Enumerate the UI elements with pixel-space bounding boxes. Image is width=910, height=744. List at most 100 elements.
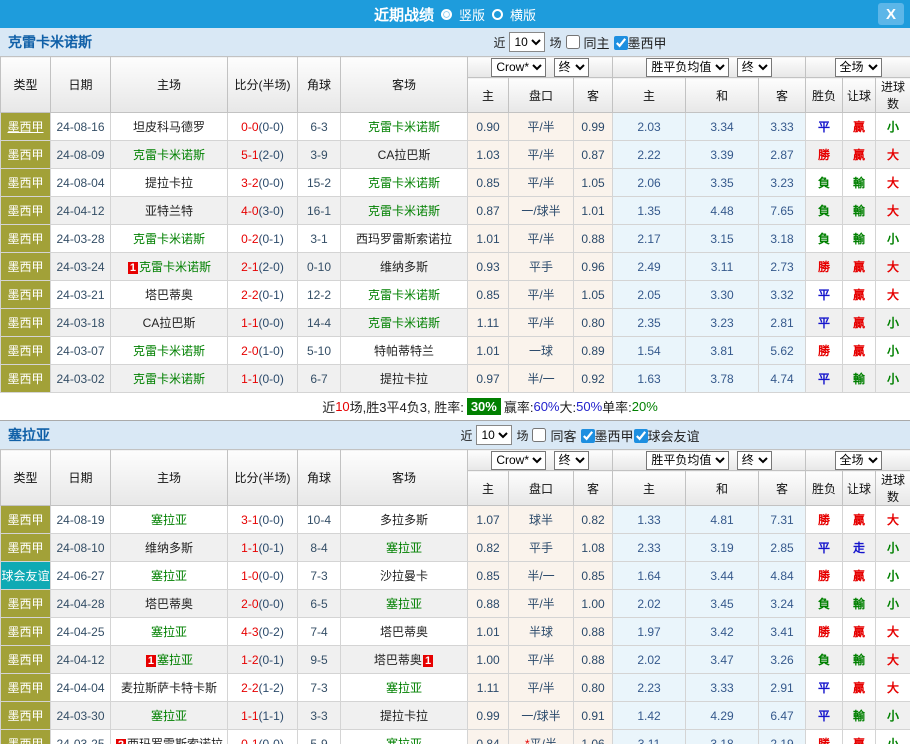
result-handicap: 贏 — [843, 562, 876, 590]
match-row: 墨西甲24-04-25塞拉亚4-3(0-2)7-4塔巴蒂奥1.01半球0.881… — [1, 618, 910, 646]
league-cell[interactable]: 墨西甲 — [1, 702, 51, 730]
result-handicap: 走 — [843, 534, 876, 562]
odds-home: 1.97 — [613, 618, 686, 646]
league-cell[interactable]: 墨西甲 — [1, 169, 51, 197]
home-team-cell: 塞拉亚 — [111, 562, 228, 590]
score-cell: 3-1(0-0) — [228, 506, 298, 534]
layout-radio-horizontal-label[interactable]: 横版 — [510, 5, 536, 24]
league-cell[interactable]: 墨西甲 — [1, 281, 51, 309]
odds-final-select[interactable]: 终 — [554, 58, 589, 77]
league-cell[interactable]: 墨西甲 — [1, 365, 51, 393]
europe-final-select[interactable]: 终 — [737, 451, 772, 470]
odds-provider-select[interactable]: Crow* — [491, 451, 546, 470]
league-filter-checkbox[interactable] — [581, 429, 595, 443]
result-scope-select[interactable]: 全场 — [835, 58, 882, 77]
result-goals: 小 — [876, 365, 910, 393]
col-goals: 进球数 — [876, 78, 910, 113]
result-goals: 大 — [876, 281, 910, 309]
league-cell[interactable]: 墨西甲 — [1, 197, 51, 225]
league-cell[interactable]: 墨西甲 — [1, 674, 51, 702]
odds-home: 2.06 — [613, 169, 686, 197]
odds-draw: 3.19 — [686, 534, 759, 562]
close-icon[interactable]: X — [878, 3, 904, 25]
red-card-badge: 1 — [423, 655, 433, 667]
away-team-cell: 多拉多斯 — [341, 506, 468, 534]
league-cell[interactable]: 墨西甲 — [1, 309, 51, 337]
result-goals: 大 — [876, 253, 910, 281]
handicap-away-odds: 1.05 — [574, 169, 613, 197]
match-row: 墨西甲24-03-241克雷卡米诺斯2-1(2-0)0-10维纳多斯0.93平手… — [1, 253, 910, 281]
handicap-line: 一/球半 — [509, 702, 574, 730]
league-cell[interactable]: 球会友谊 — [1, 562, 51, 590]
result-goals: 大 — [876, 618, 910, 646]
league-cell[interactable]: 墨西甲 — [1, 534, 51, 562]
col-outcome: 胜负 — [806, 78, 843, 113]
match-row: 墨西甲24-08-10维纳多斯1-1(0-1)8-4塞拉亚0.82平手1.082… — [1, 534, 910, 562]
corner-cell: 3-1 — [298, 225, 341, 253]
col-goals: 进球数 — [876, 471, 910, 506]
same-away-label[interactable]: 同客 — [550, 426, 576, 445]
league-cell[interactable]: 墨西甲 — [1, 506, 51, 534]
col-hcp-away: 客 — [574, 78, 613, 113]
league-cell[interactable]: 墨西甲 — [1, 730, 51, 744]
layout-radio-vertical[interactable] — [441, 9, 452, 20]
date-cell: 24-04-28 — [51, 590, 111, 618]
league-checkboxes-1: 墨西甲 — [614, 33, 667, 52]
league-filter-label[interactable]: 墨西甲 — [628, 36, 667, 51]
odds-home: 2.33 — [613, 534, 686, 562]
league-cell[interactable]: 墨西甲 — [1, 141, 51, 169]
league-cell[interactable]: 墨西甲 — [1, 337, 51, 365]
score-cell: 4-3(0-2) — [228, 618, 298, 646]
red-card-badge: 2 — [116, 739, 126, 744]
match-row: 墨西甲24-03-28克雷卡米诺斯0-2(0-1)3-1西玛罗雷斯索诺拉1.01… — [1, 225, 910, 253]
league-cell[interactable]: 墨西甲 — [1, 618, 51, 646]
match-count-select-2[interactable]: 10 — [476, 425, 512, 445]
league-filter-checkbox[interactable] — [614, 36, 628, 50]
match-count-select-1[interactable]: 10 — [509, 32, 545, 52]
date-cell: 24-03-18 — [51, 309, 111, 337]
league-filter-checkbox[interactable] — [634, 429, 648, 443]
away-team-cell: 塞拉亚 — [341, 534, 468, 562]
league-cell[interactable]: 墨西甲 — [1, 590, 51, 618]
result-scope-select[interactable]: 全场 — [835, 451, 882, 470]
result-outcome: 平 — [806, 702, 843, 730]
home-team-cell: 克雷卡米诺斯 — [111, 225, 228, 253]
handicap-line: 平/半 — [509, 169, 574, 197]
layout-radio-vertical-label[interactable]: 竖版 — [459, 5, 485, 24]
result-outcome: 勝 — [806, 730, 843, 744]
odds-away: 3.32 — [759, 281, 806, 309]
league-cell[interactable]: 墨西甲 — [1, 113, 51, 141]
league-cell[interactable]: 墨西甲 — [1, 253, 51, 281]
handicap-away-odds: 1.01 — [574, 197, 613, 225]
handicap-line: 一/球半 — [509, 197, 574, 225]
away-team-cell: 克雷卡米诺斯 — [341, 113, 468, 141]
odds-draw: 4.81 — [686, 506, 759, 534]
europe-provider-select[interactable]: 胜平负均值 — [646, 451, 729, 470]
match-row: 墨西甲24-08-09克雷卡米诺斯5-1(2-0)3-9CA拉巴斯1.03平/半… — [1, 141, 910, 169]
league-filter-label[interactable]: 球会友谊 — [648, 429, 700, 444]
result-goals: 大 — [876, 674, 910, 702]
odds-home: 1.63 — [613, 365, 686, 393]
same-away-checkbox[interactable] — [532, 428, 546, 442]
europe-final-select[interactable]: 终 — [737, 58, 772, 77]
away-team-cell: 塞拉亚 — [341, 590, 468, 618]
odds-provider-select[interactable]: Crow* — [491, 58, 546, 77]
odds-home: 2.22 — [613, 141, 686, 169]
handicap-home-odds: 1.11 — [468, 309, 509, 337]
score-cell: 1-1(0-0) — [228, 365, 298, 393]
league-filter-label[interactable]: 墨西甲 — [595, 429, 634, 444]
same-home-checkbox[interactable] — [566, 35, 580, 49]
odds-draw: 3.15 — [686, 225, 759, 253]
col-home: 主场 — [111, 57, 228, 113]
corner-cell: 6-7 — [298, 365, 341, 393]
league-cell[interactable]: 墨西甲 — [1, 225, 51, 253]
odds-final-select[interactable]: 终 — [554, 451, 589, 470]
layout-radio-horizontal[interactable] — [492, 9, 503, 20]
score-cell: 2-1(2-0) — [228, 253, 298, 281]
league-cell[interactable]: 墨西甲 — [1, 646, 51, 674]
europe-provider-select[interactable]: 胜平负均值 — [646, 58, 729, 77]
corner-cell: 0-10 — [298, 253, 341, 281]
handicap-line: 半/一 — [509, 365, 574, 393]
same-home-label[interactable]: 同主 — [584, 33, 610, 52]
home-team-table: 类型 日期 主场 比分(半场) 角球 客场 Crow* 终 胜平负均值 终 全场… — [0, 56, 910, 393]
